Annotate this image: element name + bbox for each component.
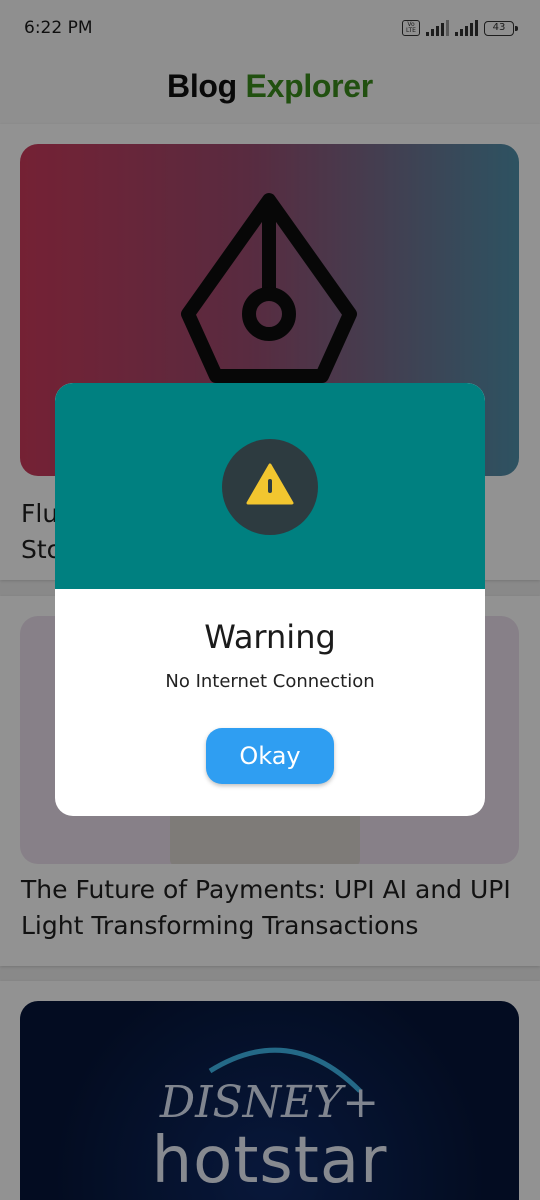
warning-icon-circle <box>222 439 318 535</box>
dialog-header <box>55 383 485 589</box>
okay-button[interactable]: Okay <box>206 728 334 784</box>
dialog-title: Warning <box>204 618 336 656</box>
dialog-message: No Internet Connection <box>165 671 375 692</box>
warning-triangle-icon <box>246 463 294 505</box>
warning-dialog: Warning No Internet Connection Okay <box>55 383 485 816</box>
